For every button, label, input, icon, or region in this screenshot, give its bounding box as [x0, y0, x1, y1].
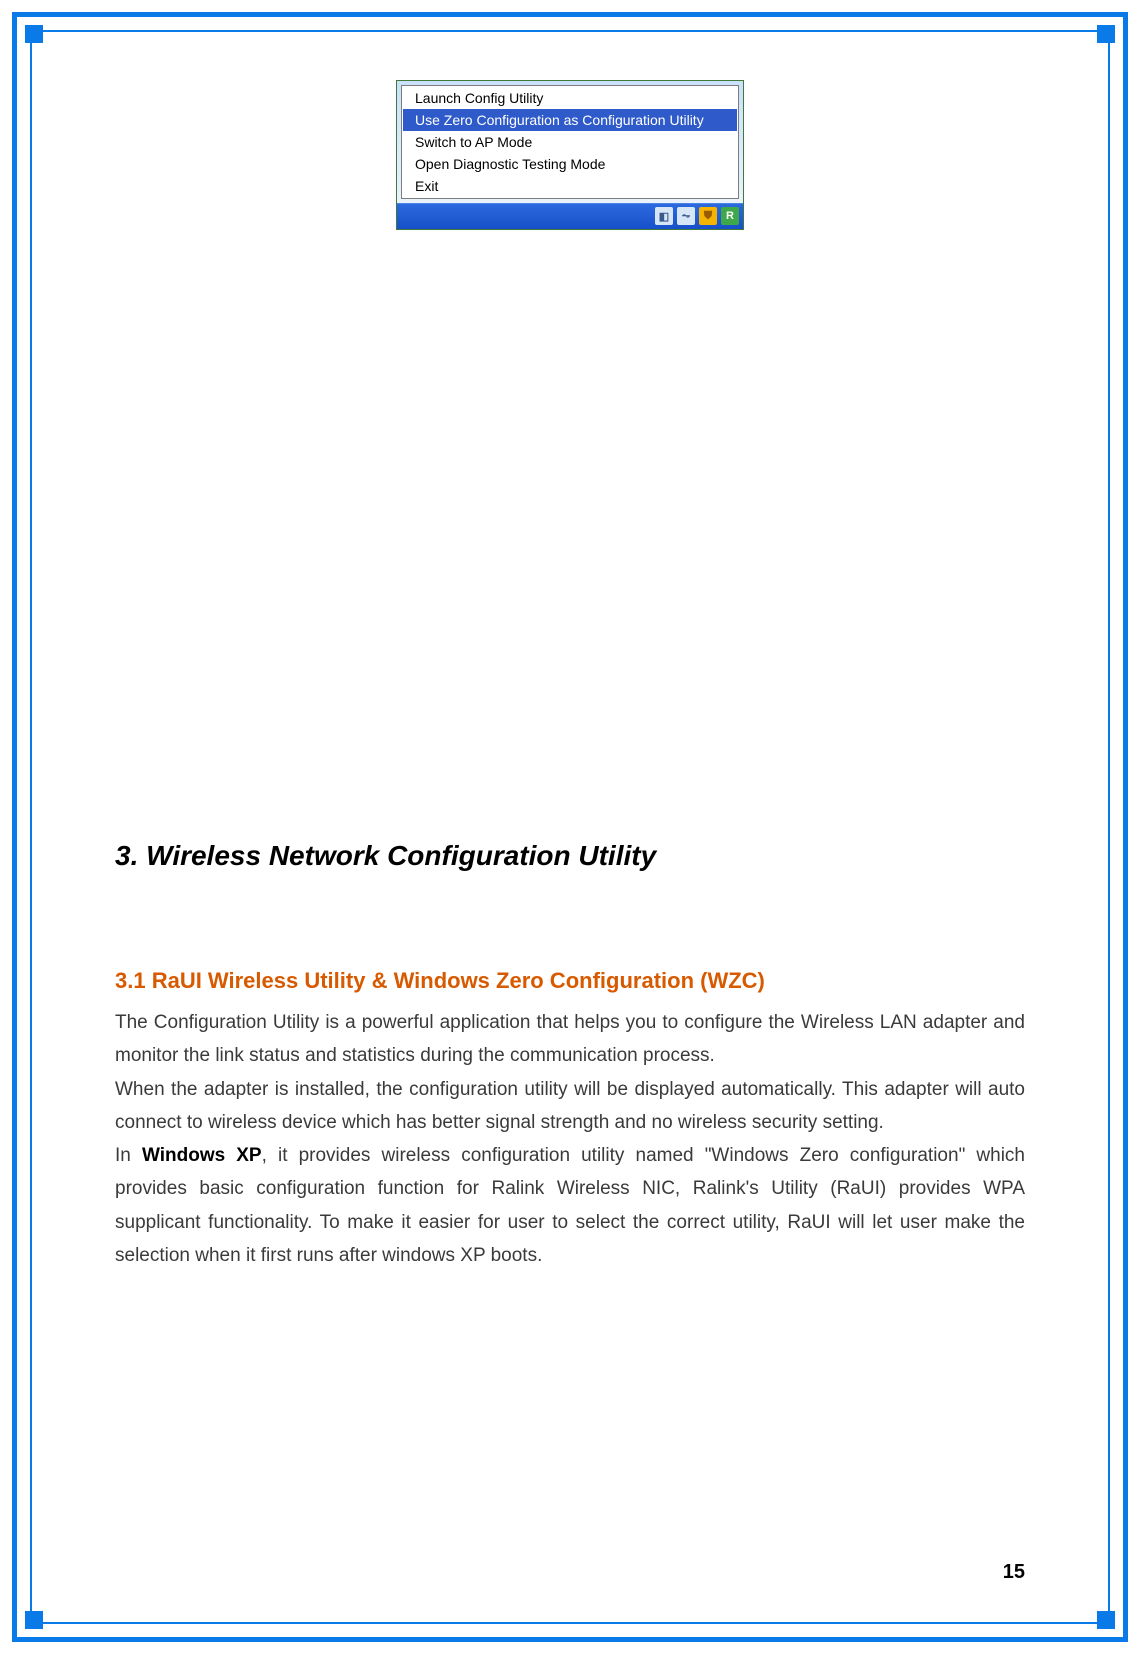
menu-item-launch-config[interactable]: Launch Config Utility — [403, 87, 737, 109]
context-menu-screenshot: Launch Config Utility Use Zero Configura… — [396, 80, 744, 230]
context-menu: Launch Config Utility Use Zero Configura… — [401, 85, 739, 199]
corner-top-left — [25, 25, 43, 43]
paragraph-1: The Configuration Utility is a powerful … — [115, 1006, 1025, 1073]
page-content: Launch Config Utility Use Zero Configura… — [115, 70, 1025, 1594]
menu-item-use-zero-config[interactable]: Use Zero Configuration as Configuration … — [403, 109, 737, 131]
menu-item-switch-ap[interactable]: Switch to AP Mode — [403, 131, 737, 153]
taskbar: ◧ ⏦ ⛊ R — [397, 203, 743, 229]
corner-bottom-left — [25, 1611, 43, 1629]
menu-background: Launch Config Utility Use Zero Configura… — [397, 81, 743, 203]
shield-icon[interactable]: ⛊ — [699, 207, 717, 225]
menu-item-exit[interactable]: Exit — [403, 175, 737, 197]
page-number: 15 — [1003, 1561, 1025, 1584]
ralink-icon[interactable]: R — [721, 207, 739, 225]
system-tray: ◧ ⏦ ⛊ R — [655, 207, 739, 225]
monitor-icon[interactable]: ◧ — [655, 207, 673, 225]
paragraph-3: In Windows XP, it provides wireless conf… — [115, 1139, 1025, 1272]
corner-top-right — [1097, 25, 1115, 43]
para3-bold: Windows XP — [142, 1145, 262, 1166]
section-title: 3. Wireless Network Configuration Utilit… — [115, 840, 1025, 872]
paragraph-2: When the adapter is installed, the confi… — [115, 1073, 1025, 1140]
corner-bottom-right — [1097, 1611, 1115, 1629]
para3-pre: In — [115, 1145, 142, 1166]
subsection-title: 3.1 RaUI Wireless Utility & Windows Zero… — [115, 968, 1025, 994]
network-icon[interactable]: ⏦ — [677, 207, 695, 225]
menu-item-diagnostic[interactable]: Open Diagnostic Testing Mode — [403, 153, 737, 175]
